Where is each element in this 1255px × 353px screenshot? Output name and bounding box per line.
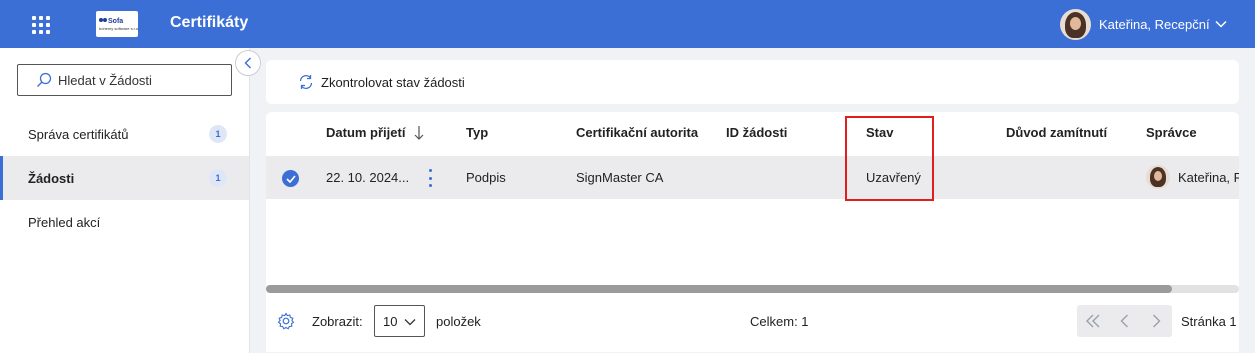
page-title: Certifikáty xyxy=(170,14,249,31)
cell-status: Uzavřený xyxy=(866,170,921,185)
sidebar-item-label: Přehled akcí xyxy=(28,214,101,230)
check-status-label: Zkontrolovat stav žádosti xyxy=(321,74,465,90)
column-header-authority[interactable]: Certifikační autorita xyxy=(576,125,698,140)
app-header: Sofa bohemy software s.r.o. Certifikáty … xyxy=(0,0,1255,48)
chevron-down-icon xyxy=(1214,17,1228,31)
sidebar-item-requests[interactable]: Žádosti 1 xyxy=(0,156,249,200)
cell-type: Podpis xyxy=(466,170,506,185)
next-page-button[interactable] xyxy=(1142,307,1170,335)
sort-arrow-down-icon xyxy=(414,126,424,140)
chevron-down-icon xyxy=(404,319,416,326)
column-header-type[interactable]: Typ xyxy=(466,125,488,140)
checkmark-icon xyxy=(285,174,296,183)
chevron-right-icon xyxy=(1152,314,1161,328)
avatar xyxy=(1060,8,1091,40)
sidebar-item-label: Správa certifikátů xyxy=(28,126,129,142)
total-count: Celkem: 1 xyxy=(750,314,809,329)
app-launcher-icon[interactable] xyxy=(28,14,52,34)
column-header-request-id[interactable]: ID žádosti xyxy=(726,125,787,140)
cell-authority: SignMaster CA xyxy=(576,170,664,185)
search-field[interactable] xyxy=(17,64,232,96)
show-label: Zobrazit: xyxy=(312,314,363,329)
chevron-left-icon xyxy=(244,57,251,69)
logo-subtext: bohemy software s.r.o. xyxy=(99,25,140,31)
logo-text: Sofa xyxy=(108,17,124,25)
horizontal-scrollbar-thumb[interactable] xyxy=(266,285,1172,293)
user-name: Kateřina, Recepční xyxy=(1099,16,1210,32)
search-input[interactable] xyxy=(58,72,228,88)
user-menu[interactable]: Kateřina, Recepční xyxy=(1060,8,1228,40)
sidebar-item-label: Žádosti xyxy=(28,170,75,186)
collapse-sidebar-button[interactable] xyxy=(235,50,261,76)
sidebar-item-certificate-management[interactable]: Správa certifikátů 1 xyxy=(0,112,249,156)
page-size-select[interactable]: 10 xyxy=(374,305,425,337)
items-label: položek xyxy=(436,314,481,329)
column-header-admin[interactable]: Správce xyxy=(1146,125,1197,140)
column-header-date[interactable]: Datum přijetí xyxy=(326,125,424,141)
page-size-value: 10 xyxy=(383,313,398,329)
cell-admin: Kateřina, R xyxy=(1178,170,1239,185)
search-icon xyxy=(37,72,52,87)
pagination xyxy=(1077,305,1172,337)
first-page-button[interactable] xyxy=(1079,307,1107,335)
sidebar: Správa certifikátů 1 Žádosti 1 Přehled a… xyxy=(0,48,250,353)
column-header-status[interactable]: Stav xyxy=(866,125,893,140)
row-menu-icon[interactable] xyxy=(428,169,432,187)
refresh-icon xyxy=(299,75,313,89)
sidebar-item-action-overview[interactable]: Přehled akcí xyxy=(0,200,249,244)
column-header-rejection-reason[interactable]: Důvod zamítnutí xyxy=(1006,125,1107,140)
table-footer: Zobrazit: 10 položek Celkem: 1 Stránka 1 xyxy=(266,294,1239,353)
row-checkbox[interactable] xyxy=(282,170,299,187)
table-row[interactable]: 22. 10. 2024... Podpis SignMaster CA Uza… xyxy=(266,156,1239,199)
double-chevron-left-icon xyxy=(1085,314,1100,328)
company-logo[interactable]: Sofa bohemy software s.r.o. xyxy=(96,11,140,37)
cell-date: 22. 10. 2024... xyxy=(326,170,410,185)
count-badge: 1 xyxy=(209,125,227,143)
check-status-button[interactable]: Zkontrolovat stav žádosti xyxy=(266,60,1239,104)
page-indicator: Stránka 1 xyxy=(1181,314,1237,329)
avatar xyxy=(1146,165,1170,189)
chevron-left-icon xyxy=(1120,314,1128,328)
previous-page-button[interactable] xyxy=(1110,307,1138,335)
count-badge: 1 xyxy=(209,169,227,187)
gear-icon[interactable] xyxy=(277,312,295,330)
